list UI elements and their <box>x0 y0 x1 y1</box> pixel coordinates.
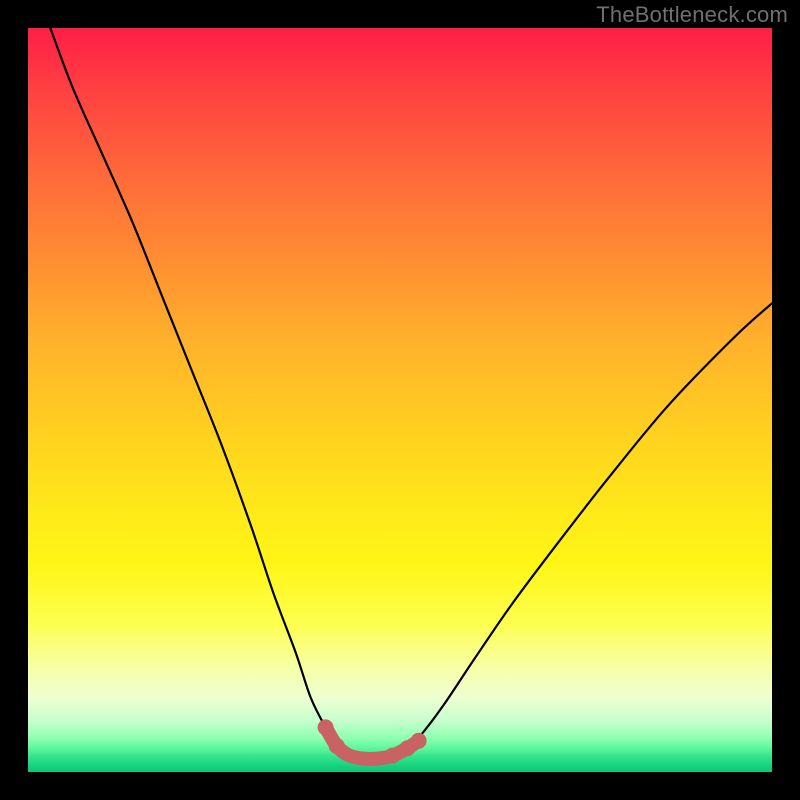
plot-area <box>28 28 772 772</box>
chart-container: TheBottleneck.com <box>0 0 800 800</box>
optimal-region-overlay <box>28 28 772 772</box>
watermark-text: TheBottleneck.com <box>596 2 788 28</box>
